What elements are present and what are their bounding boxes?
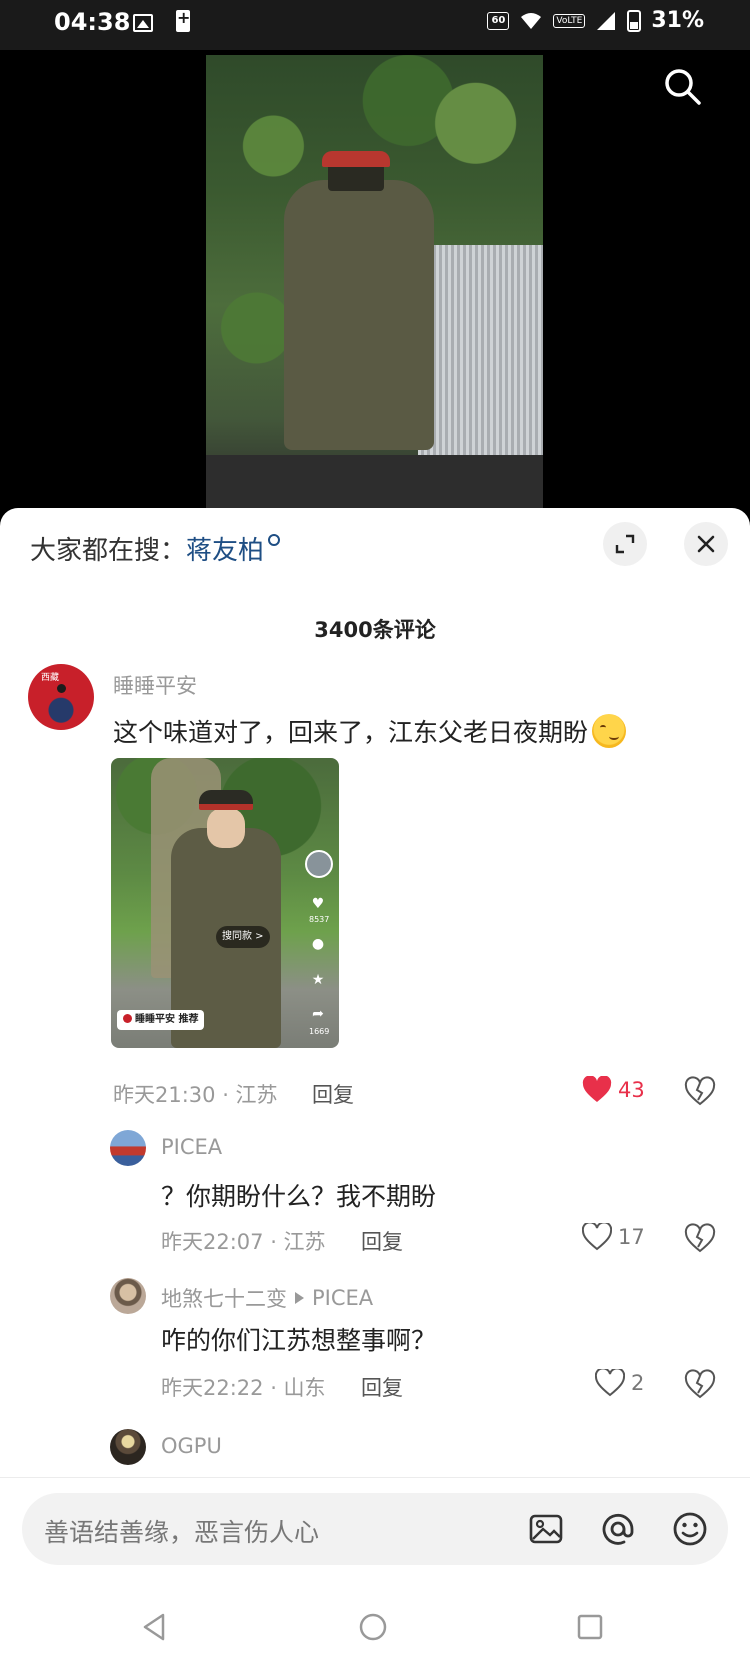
recent-apps-icon[interactable] — [572, 1609, 608, 1645]
comment-text: 这个味道对了，回来了，江东父老日夜期盼 — [113, 713, 627, 749]
image-star-icon: ★ — [311, 972, 325, 988]
avatar[interactable] — [28, 664, 94, 730]
dislike-heart-icon[interactable] — [684, 1369, 716, 1401]
like-count: 43 — [618, 1078, 645, 1102]
avatar[interactable] — [110, 1278, 146, 1314]
image-share-icon: ➦ — [312, 1006, 324, 1022]
battery-percent: 31% — [651, 8, 704, 33]
reply-button[interactable]: 回复 — [361, 1226, 403, 1256]
comment-meta: 昨天21:30 · 江苏 — [113, 1083, 278, 1107]
wifi-icon — [521, 12, 542, 29]
hot-search-keyword[interactable]: 蒋友柏 — [186, 536, 264, 566]
avatar[interactable] — [110, 1130, 146, 1166]
image-heart-icon: ♥ — [311, 896, 325, 912]
video-figure-coat — [284, 180, 434, 450]
home-icon[interactable] — [355, 1609, 391, 1645]
status-bar: 04:38 60 VoLTE 31% — [0, 0, 750, 50]
close-icon — [697, 535, 715, 553]
comment-input[interactable]: 善语结善缘，恶言伤人心 — [44, 1513, 319, 1549]
reply-arrow-icon — [295, 1292, 304, 1304]
image-side-avatar — [305, 850, 333, 878]
dislike-heart-icon[interactable] — [684, 1223, 716, 1255]
back-icon[interactable] — [137, 1609, 173, 1645]
like-button[interactable]: 2 — [595, 1369, 644, 1397]
reply-to-username[interactable]: PICEA — [312, 1286, 373, 1310]
comment-text: 咋的你们江苏想整事啊？ — [161, 1326, 437, 1355]
search-icon[interactable] — [662, 66, 702, 106]
battery-icon — [627, 9, 642, 32]
comment-username[interactable]: PICEA — [161, 1135, 222, 1159]
comment-meta: 昨天22:07 · 江苏 — [161, 1230, 326, 1254]
hot-search-prefix: 大家都在搜： — [30, 536, 187, 566]
video-wall — [418, 245, 543, 460]
system-navigation-bar — [0, 1587, 750, 1667]
refresh-rate-badge: 60 — [487, 11, 510, 30]
image-search-pill: 搜同款 > — [216, 926, 270, 948]
at-mention-icon[interactable] — [598, 1509, 638, 1549]
heart-filled-icon — [582, 1076, 612, 1102]
image-figure-face — [207, 808, 245, 848]
image-like-count: 8537 — [309, 915, 330, 924]
comment-input-bar[interactable]: 善语结善缘，恶言伤人心 — [22, 1493, 728, 1565]
smiling-face-emoji-icon — [592, 714, 627, 748]
image-comment-icon: ● — [311, 936, 325, 952]
comment-count: 3400条评论 — [314, 618, 436, 642]
avatar[interactable] — [110, 1429, 146, 1465]
like-button[interactable]: 43 — [582, 1076, 645, 1104]
dislike-heart-icon[interactable] — [684, 1076, 716, 1108]
image-figure-cap — [199, 790, 253, 810]
reply-button[interactable]: 回复 — [361, 1372, 403, 1402]
comment-text-content: 这个味道对了，回来了，江东父老日夜期盼 — [113, 718, 589, 747]
video-frame[interactable] — [206, 55, 543, 510]
image-share-count: 1669 — [309, 1027, 330, 1036]
image-recommend-pill: 睡睡平安 推荐 — [117, 1010, 205, 1030]
like-count: 2 — [631, 1371, 645, 1395]
gallery-notification-icon — [133, 14, 153, 32]
comment-username[interactable]: 睡睡平安 — [113, 670, 197, 700]
video-ground — [206, 455, 543, 510]
emoji-icon[interactable] — [670, 1509, 710, 1549]
video-figure-cap — [322, 151, 390, 167]
expand-button[interactable] — [603, 522, 647, 566]
like-button[interactable]: 17 — [582, 1223, 645, 1251]
expand-icon — [615, 534, 635, 554]
comment-meta: 昨天22:22 · 山东 — [161, 1376, 326, 1400]
comment-username[interactable]: 地煞七十二变 — [161, 1283, 287, 1313]
comment-username[interactable]: OGPU — [161, 1434, 222, 1458]
comment-text: ？你期盼什么？我不期盼 — [161, 1182, 437, 1211]
comment-username-row: 地煞七十二变 PICEA — [161, 1283, 373, 1313]
comment-attached-image[interactable]: ♥ 8537 ● ★ ➦ 1669 搜同款 > 睡睡平安 推荐 — [111, 758, 339, 1048]
heart-outline-icon — [582, 1223, 612, 1251]
image-picker-icon[interactable] — [526, 1509, 566, 1549]
charging-notification-icon — [176, 8, 190, 32]
like-count: 17 — [618, 1225, 645, 1249]
small-search-icon — [268, 534, 281, 546]
video-player[interactable] — [0, 50, 750, 510]
input-divider — [0, 1477, 750, 1478]
heart-outline-icon — [595, 1369, 625, 1397]
close-button[interactable] — [684, 522, 728, 566]
status-time: 04:38 — [54, 8, 131, 36]
signal-icon — [597, 11, 616, 30]
volte-badge: VoLTE — [553, 13, 586, 28]
hot-search-banner[interactable]: 大家都在搜：蒋友柏 — [30, 530, 281, 567]
reply-button[interactable]: 回复 — [312, 1079, 354, 1109]
status-indicators: 60 VoLTE 31% — [487, 8, 704, 33]
